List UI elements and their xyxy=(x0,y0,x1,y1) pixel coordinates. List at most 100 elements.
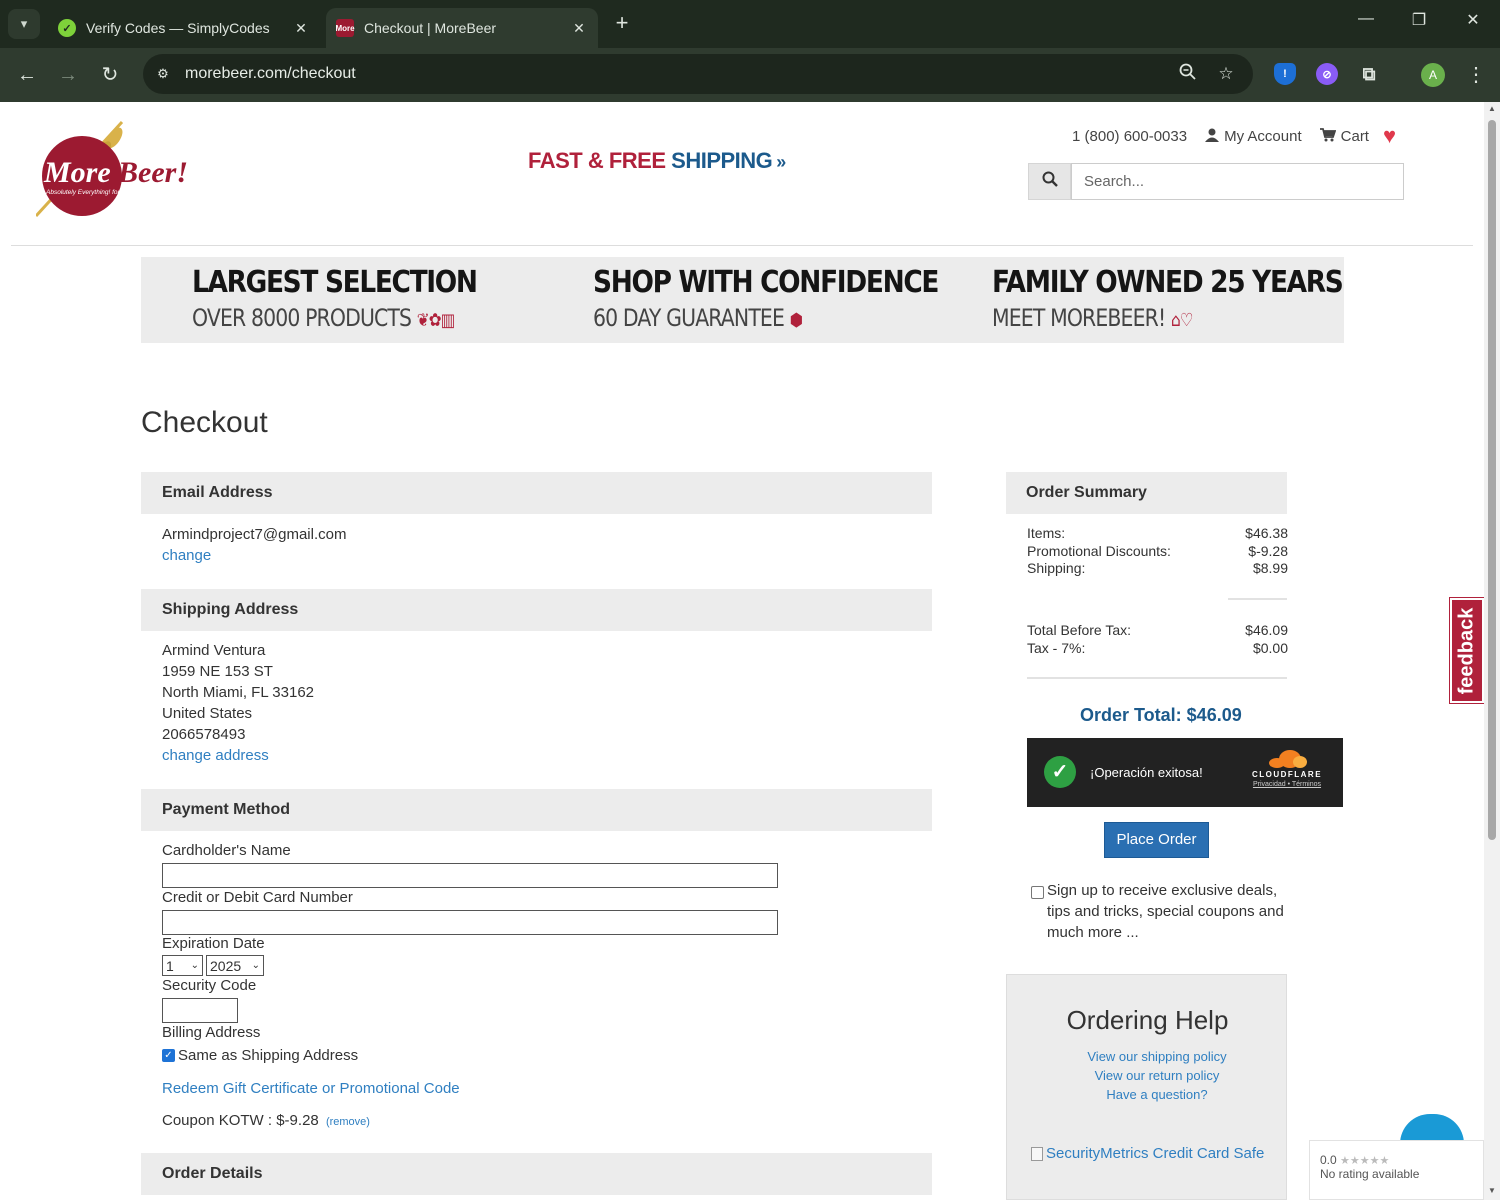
summary-value: $46.09 xyxy=(1245,622,1288,638)
card-number-label: Credit or Debit Card Number xyxy=(162,889,353,906)
order-total: Order Total: $46.09 xyxy=(1080,705,1242,725)
order-summary-panel: Order Summary xyxy=(1006,472,1287,514)
search-button[interactable] xyxy=(1028,163,1071,200)
banner-title: LARGEST SELECTION xyxy=(192,265,478,300)
securitymetrics-badge[interactable]: SecurityMetrics Credit Card Safe xyxy=(1031,1145,1264,1162)
banner-item-confidence: SHOP WITH CONFIDENCE 60 DAY GUARANTEE ⬢ xyxy=(593,265,985,332)
banner-subtitle: MEET MOREBEER! xyxy=(992,304,1166,332)
email-section-header: Email Address xyxy=(141,472,932,514)
forward-icon[interactable]: → xyxy=(55,62,81,88)
value-proposition-banner[interactable]: LARGEST SELECTION OVER 8000 PRODUCTS ❦✿▥… xyxy=(141,257,1344,343)
minimize-icon[interactable]: — xyxy=(1352,10,1380,28)
search-input[interactable] xyxy=(1071,163,1404,200)
free-shipping-promo[interactable]: FAST & FREE SHIPPING» xyxy=(528,148,786,174)
broken-image-icon xyxy=(1031,1146,1043,1161)
summary-label: Tax - 7%: xyxy=(1027,640,1086,656)
captcha-legal-links[interactable]: Privacidad • Términos xyxy=(1247,781,1327,788)
cardholder-name-input[interactable] xyxy=(162,863,778,888)
newsletter-signup-label[interactable]: Sign up to receive exclusive deals, tips… xyxy=(1047,880,1285,943)
summary-label: Shipping: xyxy=(1027,560,1086,576)
close-icon[interactable]: ✕ xyxy=(570,20,588,37)
site-info-icon[interactable]: ⚙ xyxy=(153,64,173,84)
card-number-input[interactable] xyxy=(162,910,778,935)
rating-score: 0.0 xyxy=(1320,1153,1337,1167)
browser-tab-strip: ▾ ✓ Verify Codes — SimplyCodes ✕ More Ch… xyxy=(0,0,1500,48)
summary-value: $46.38 xyxy=(1245,525,1288,541)
user-icon xyxy=(1205,128,1220,145)
restore-icon[interactable]: ❐ xyxy=(1405,10,1433,30)
cart-link[interactable]: Cart xyxy=(1319,127,1369,145)
have-a-question-link[interactable]: Have a question? xyxy=(1106,1087,1207,1102)
bookmark-star-icon[interactable]: ☆ xyxy=(1215,63,1237,85)
scroll-up-arrow-icon[interactable]: ▲ xyxy=(1487,104,1497,113)
page-title: Checkout xyxy=(141,406,268,439)
extension-icon[interactable]: ⊘ xyxy=(1316,63,1338,85)
my-account-link[interactable]: My Account xyxy=(1205,128,1302,145)
security-code-label: Security Code xyxy=(162,977,257,994)
same-as-shipping-checkbox[interactable]: ✓ xyxy=(162,1049,175,1062)
cloudflare-cloud-icon xyxy=(1267,750,1307,768)
bitwarden-extension-icon[interactable]: ! xyxy=(1274,63,1296,85)
tab-search-button[interactable]: ▾ xyxy=(8,9,40,39)
exp-month-value: 1 xyxy=(166,957,174,974)
reload-icon[interactable]: ↻ xyxy=(97,62,123,88)
cart-icon xyxy=(1319,127,1336,145)
exp-year-select[interactable]: 2025 ⌄ xyxy=(206,955,264,976)
google-rating-badge[interactable]: 0.0 ★★★★★ No rating available xyxy=(1309,1140,1484,1200)
billing-address-label: Billing Address xyxy=(162,1024,261,1041)
banner-subtitle: OVER 8000 PRODUCTS xyxy=(192,304,412,332)
morebeer-logo[interactable]: More Beer! Absolutely Everything! for Be… xyxy=(34,120,206,220)
close-window-icon[interactable]: ✕ xyxy=(1459,10,1487,30)
zoom-icon[interactable] xyxy=(1177,63,1199,85)
ordering-help-panel: Ordering Help View our shipping policy V… xyxy=(1006,974,1287,1200)
change-email-link[interactable]: change xyxy=(162,545,211,566)
banner-title: FAMILY OWNED 25 YEARS xyxy=(992,265,1344,300)
page-scrollbar[interactable]: ▲ ▼ xyxy=(1484,102,1500,1200)
captcha-status-text: ¡Operación exitosa! xyxy=(1090,765,1203,780)
coupon-label: Coupon KOTW : xyxy=(162,1112,273,1129)
extensions-puzzle-icon[interactable]: ⧉ xyxy=(1358,63,1380,85)
shipping-policy-link[interactable]: View our shipping policy xyxy=(1087,1049,1226,1064)
browser-menu-icon[interactable]: ⋮ xyxy=(1466,62,1486,87)
profile-avatar[interactable]: A xyxy=(1421,63,1445,87)
remove-coupon-link[interactable]: (remove) xyxy=(326,1116,370,1128)
svg-text:Beer!: Beer! xyxy=(117,156,188,189)
address-line: United States xyxy=(162,705,253,722)
chevron-down-icon: ⌄ xyxy=(190,960,199,971)
cart-label: Cart xyxy=(1340,127,1369,145)
security-code-input[interactable] xyxy=(162,998,238,1023)
scrollbar-thumb[interactable] xyxy=(1488,120,1496,840)
tab-simplycodes[interactable]: ✓ Verify Codes — SimplyCodes ✕ xyxy=(48,8,320,48)
rating-stars-icon: ★★★★★ xyxy=(1340,1155,1390,1167)
return-policy-link[interactable]: View our return policy xyxy=(1095,1068,1220,1083)
change-address-link[interactable]: change address xyxy=(162,745,269,766)
scroll-down-arrow-icon[interactable]: ▼ xyxy=(1487,1186,1497,1195)
phone-number[interactable]: 1 (800) 600-0033 xyxy=(1072,128,1187,145)
exp-year-value: 2025 xyxy=(210,957,242,974)
browser-toolbar: ← → ↻ ⚙ morebeer.com/checkout ☆ ! ⊘ ⧉ xyxy=(0,48,1500,102)
order-details-section-header: Order Details xyxy=(141,1153,932,1195)
newsletter-signup-checkbox[interactable] xyxy=(1031,886,1044,899)
summary-value: $0.00 xyxy=(1252,640,1288,656)
url-text[interactable]: morebeer.com/checkout xyxy=(185,65,356,83)
place-order-button[interactable]: Place Order xyxy=(1104,822,1209,858)
shipping-section-header: Shipping Address xyxy=(141,589,932,631)
redeem-gift-certificate-link[interactable]: Redeem Gift Certificate or Promotional C… xyxy=(162,1078,460,1099)
back-icon[interactable]: ← xyxy=(14,62,40,88)
tab-morebeer-checkout[interactable]: More Checkout | MoreBeer ✕ xyxy=(326,8,598,48)
wishlist-heart-icon[interactable]: ♥ xyxy=(1383,123,1396,149)
address-bar[interactable]: ⚙ morebeer.com/checkout ☆ xyxy=(143,54,1253,94)
svg-text:More: More xyxy=(43,156,111,189)
ordering-help-links: View our shipping policy View our return… xyxy=(1007,1047,1307,1104)
simplycodes-icon: ✓ xyxy=(58,19,76,37)
exp-month-select[interactable]: 1 ⌄ xyxy=(162,955,203,976)
coupon-line: Coupon KOTW : $-9.28 (remove) xyxy=(162,1110,370,1133)
same-as-shipping-label[interactable]: Same as Shipping Address xyxy=(178,1047,358,1064)
cloudflare-turnstile-widget[interactable]: ✓ ¡Operación exitosa! CLOUDFLARE Privaci… xyxy=(1027,738,1343,807)
close-icon[interactable]: ✕ xyxy=(292,20,310,37)
feedback-tab[interactable]: feedback xyxy=(1449,597,1484,704)
new-tab-button[interactable]: + xyxy=(610,12,634,36)
tab-title: Verify Codes — SimplyCodes xyxy=(86,20,270,36)
expiration-label: Expiration Date xyxy=(162,935,265,952)
package-icon: ⬢ xyxy=(789,310,803,331)
